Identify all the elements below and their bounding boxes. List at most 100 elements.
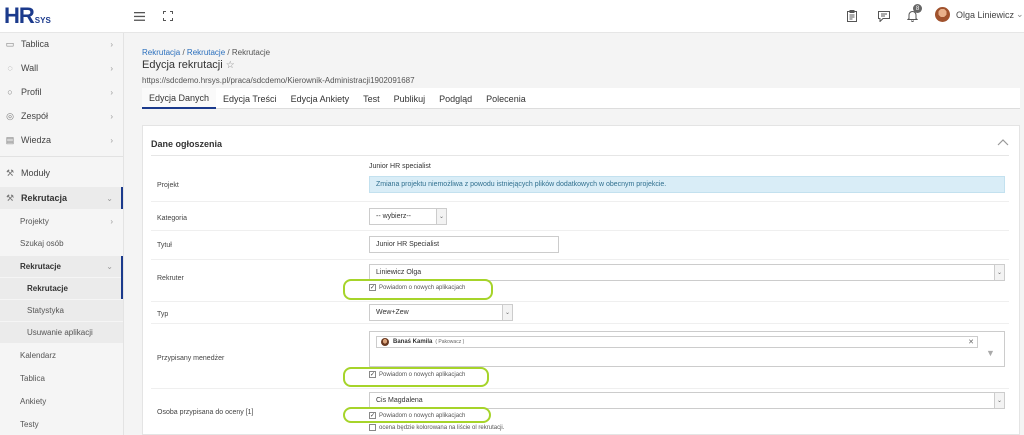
menedzer-tag-name: Banaś Kamila bbox=[393, 339, 433, 345]
sidebar-item-label: Tablica bbox=[21, 39, 50, 49]
ocena-value: Cis Magdalena bbox=[376, 397, 423, 404]
breadcrumb-current: Rekrutacje bbox=[231, 48, 271, 57]
chevron-down-icon: ⌄ bbox=[106, 262, 113, 271]
tab-edycja-ankiety[interactable]: Edycja Ankiety bbox=[284, 88, 357, 109]
projekt-label: Projekt bbox=[157, 182, 179, 189]
menedzer-label: Przypisany menedżer bbox=[157, 355, 225, 362]
sidebar-sub-label: Rekrutacje bbox=[20, 262, 61, 271]
sidebar-item-wiedza[interactable]: ▤ Wiedza › bbox=[0, 130, 123, 150]
row-divider bbox=[151, 323, 1009, 324]
kategoria-select[interactable]: -- wybierz-- ⌄ bbox=[369, 208, 447, 225]
sidebar-sub-label: Kalendarz bbox=[20, 350, 57, 360]
chat-bubbles-icon: ◌ bbox=[7, 63, 13, 73]
sidebar: ▭ Tablica › ◌ Wall › ○ Profil › ◎ Zespół… bbox=[0, 33, 124, 435]
panel-divider bbox=[151, 155, 1009, 156]
highlight-outline bbox=[343, 407, 491, 423]
chevron-right-icon: › bbox=[110, 87, 113, 97]
tab-podglad[interactable]: Podgląd bbox=[432, 88, 479, 109]
sidebar-item-profil[interactable]: ○ Profil › bbox=[0, 82, 123, 102]
active-marker bbox=[121, 187, 123, 209]
ocena-color-checkbox[interactable]: ocena będzie kolorowana na liście ol rek… bbox=[369, 424, 504, 431]
monitor-icon: ▭ bbox=[5, 38, 15, 49]
tab-publikuj[interactable]: Publikuj bbox=[387, 88, 433, 109]
rekruter-label: Rekruter bbox=[157, 275, 184, 282]
logo-sys: SYS bbox=[34, 16, 51, 25]
row-divider bbox=[151, 230, 1009, 231]
sidebar-sub-ankiety[interactable]: Ankiety bbox=[0, 391, 123, 411]
sidebar-item-label: Rekrutacja bbox=[21, 193, 68, 203]
tab-bar: Edycja Danych Edycja Treści Edycja Ankie… bbox=[142, 88, 1020, 109]
hrsys-logo[interactable]: HR SYS bbox=[4, 5, 51, 27]
sidebar-item-moduly[interactable]: ⚒ Moduły bbox=[0, 163, 123, 183]
sidebar-sub-szukaj[interactable]: Szukaj osób bbox=[0, 233, 123, 253]
breadcrumb-rekrutacje[interactable]: Rekrutacje bbox=[187, 48, 225, 57]
chevron-down-icon: ⌄ bbox=[994, 265, 1004, 280]
rekruter-value: Liniewicz Olga bbox=[376, 269, 422, 276]
row-divider bbox=[151, 259, 1009, 260]
menedzer-tag[interactable]: Banaś Kamila ( Pakowacz ) ✕ bbox=[376, 336, 978, 348]
tab-test[interactable]: Test bbox=[356, 88, 387, 109]
sidebar-item-rekrutacja[interactable]: ⚒ Rekrutacja ⌄ bbox=[0, 187, 123, 209]
sidebar-sub-testy[interactable]: Testy bbox=[0, 414, 123, 434]
sidebar-item-label: Wall bbox=[21, 63, 39, 73]
sidebar-sub-tablica[interactable]: Tablica bbox=[0, 368, 123, 388]
tytul-value: Junior HR Specialist bbox=[376, 241, 440, 248]
dane-ogloszenia-panel: Dane ogłoszenia Projekt Junior HR specia… bbox=[142, 125, 1020, 435]
sidebar-sub-label: Rekrutacje bbox=[27, 284, 68, 293]
user-name: Olga Liniewicz bbox=[956, 9, 1015, 20]
tab-edycja-danych[interactable]: Edycja Danych bbox=[142, 88, 217, 109]
sidebar-item-tablica[interactable]: ▭ Tablica › bbox=[0, 34, 123, 54]
sidebar-sub-usuwanie[interactable]: Usuwanie aplikacji bbox=[0, 322, 123, 343]
sidebar-sub-rekrutacje[interactable]: Rekrutacje ⌄ bbox=[0, 256, 123, 277]
sidebar-sub-label: Tablica bbox=[20, 373, 45, 383]
breadcrumb: Rekrutacja / Rekrutacje / Rekrutacje bbox=[142, 48, 270, 57]
chevron-right-icon: › bbox=[110, 39, 113, 49]
hamburger-icon[interactable] bbox=[132, 9, 146, 23]
tab-edycja-tresci[interactable]: Edycja Treści bbox=[216, 88, 284, 109]
user-icon: ○ bbox=[7, 87, 13, 97]
sidebar-sub-projekty[interactable]: Projekty › bbox=[0, 211, 123, 231]
sidebar-sub-label: Statystyka bbox=[27, 306, 64, 315]
star-icon[interactable]: ☆ bbox=[226, 60, 235, 71]
fullscreen-icon[interactable] bbox=[161, 9, 175, 23]
clipboard-icon[interactable] bbox=[845, 9, 859, 23]
chat-icon[interactable] bbox=[877, 9, 891, 23]
sidebar-sub-kalendarz[interactable]: Kalendarz bbox=[0, 345, 123, 365]
row-divider bbox=[151, 201, 1009, 202]
sidebar-sub-label: Testy bbox=[20, 419, 39, 429]
chevron-up-icon[interactable] bbox=[997, 137, 1009, 149]
sidebar-sub-rekrutacje-active[interactable]: Rekrutacje bbox=[0, 278, 123, 299]
sidebar-item-zespol[interactable]: ◎ Zespół › bbox=[0, 106, 123, 126]
panel-title: Dane ogłoszenia bbox=[151, 139, 223, 149]
chevron-right-icon: › bbox=[110, 216, 113, 226]
chevron-down-icon: ⌄ bbox=[436, 209, 446, 224]
chevron-down-icon: ⌄ bbox=[1016, 9, 1024, 19]
filter-icon[interactable]: ▼ bbox=[986, 348, 995, 358]
sidebar-sub-label: Usuwanie aplikacji bbox=[27, 328, 93, 337]
ocena-label: Osoba przypisana do oceny [1] bbox=[157, 409, 254, 416]
breadcrumb-rekrutacja[interactable]: Rekrutacja bbox=[142, 48, 180, 57]
sidebar-item-label: Wiedza bbox=[21, 135, 52, 145]
team-icon: ◎ bbox=[6, 110, 14, 121]
typ-value: Wew+Zew bbox=[376, 309, 409, 316]
tytul-input[interactable]: Junior HR Specialist bbox=[369, 236, 559, 253]
notification-badge: 8 bbox=[913, 4, 922, 13]
chevron-down-icon: ⌄ bbox=[502, 305, 512, 320]
avatar bbox=[381, 338, 389, 346]
typ-label: Typ bbox=[157, 311, 169, 318]
close-icon[interactable]: ✕ bbox=[968, 338, 974, 346]
user-menu[interactable]: Olga Liniewicz ⌄ bbox=[935, 7, 1024, 22]
sidebar-item-wall[interactable]: ◌ Wall › bbox=[0, 58, 123, 78]
sidebar-sub-statystyka[interactable]: Statystyka bbox=[0, 300, 123, 321]
highlight-outline bbox=[343, 279, 493, 300]
typ-select[interactable]: Wew+Zew ⌄ bbox=[369, 304, 513, 321]
chevron-right-icon: › bbox=[110, 111, 113, 121]
sidebar-item-label: Moduły bbox=[21, 168, 51, 178]
menedzer-multiselect[interactable]: Banaś Kamila ( Pakowacz ) ✕ bbox=[369, 331, 1005, 367]
logo-hr: HR bbox=[4, 3, 35, 28]
tab-polecenia[interactable]: Polecenia bbox=[479, 88, 533, 109]
breadcrumb-sep: / bbox=[225, 48, 232, 57]
sidebar-sub-label: Ankiety bbox=[20, 396, 47, 406]
checkbox-icon bbox=[369, 424, 376, 431]
wrench-icon: ⚒ bbox=[5, 192, 15, 203]
